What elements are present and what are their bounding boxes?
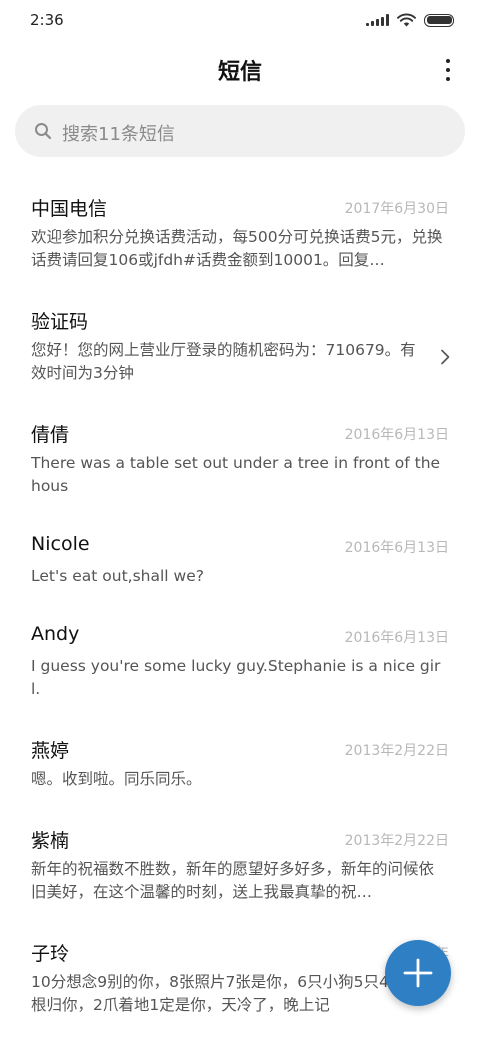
contact-name: Andy	[31, 623, 80, 645]
message-preview: 新年的祝福数不胜数，新年的愿望好多好多，新年的问候依旧美好，在这个温馨的时刻，送…	[31, 860, 435, 901]
message-preview: Let's eat out,shall we?	[31, 567, 204, 585]
message-preview: 欢迎参加积分兑换话费活动，每500分可兑换话费5元，兑换话费请回复106或jfd…	[31, 228, 443, 269]
status-time: 2:36	[30, 11, 64, 29]
title-bar: 短信	[0, 44, 480, 96]
message-date: 2016年6月13日	[344, 427, 449, 443]
search-input[interactable]: 搜索11条短信	[15, 105, 465, 157]
contact-name: 燕婷	[31, 740, 70, 762]
conversation-item[interactable]: 紫楠 2013年2月22日 新年的祝福数不胜数，新年的愿望好多好多，新年的问候依…	[0, 812, 480, 925]
contact-name: 中国电信	[31, 198, 108, 220]
more-vertical-icon	[446, 59, 450, 63]
message-date: 2016年6月13日	[344, 540, 449, 556]
page-title: 短信	[217, 60, 262, 85]
status-icons	[366, 13, 454, 27]
conversation-item[interactable]: Nicole 2016年6月13日 Let's eat out,shall we…	[0, 519, 480, 609]
search-placeholder: 搜索11条短信	[62, 124, 175, 145]
battery-icon	[424, 13, 454, 27]
messages-screen: 2:36 短信 搜索11条短信 中国电信 2017年6月30日 欢迎参加积分兑换…	[0, 0, 480, 1040]
contact-name: 子玲	[31, 943, 70, 965]
message-preview: 嗯。收到啦。同乐同乐。	[31, 770, 202, 788]
conversation-item[interactable]: Andy 2016年6月13日 I guess you're some luck…	[0, 609, 480, 722]
signal-icon	[366, 14, 389, 26]
conversation-item[interactable]: 倩倩 2016年6月13日 There was a table set out …	[0, 406, 480, 519]
message-preview: There was a table set out under a tree i…	[31, 454, 441, 495]
status-bar: 2:36	[0, 0, 480, 40]
more-options-button[interactable]	[440, 56, 456, 84]
message-preview: 您好！您的网上营业厅登录的随机密码为：710679。有效时间为3分钟	[31, 341, 416, 382]
message-preview: I guess you're some lucky guy.Stephanie …	[31, 657, 441, 698]
plus-icon	[403, 958, 433, 988]
contact-name: Nicole	[31, 533, 90, 555]
contact-name: 验证码	[31, 311, 89, 333]
message-date: 2013年2月22日	[344, 743, 449, 759]
wifi-icon	[397, 13, 416, 27]
contact-name: 倩倩	[31, 424, 70, 446]
conversation-item[interactable]: 验证码 您好！您的网上营业厅登录的随机密码为：710679。有效时间为3分钟	[0, 293, 480, 406]
battery-level	[426, 16, 452, 24]
chevron-right-icon	[441, 349, 450, 365]
message-date: 2017年6月30日	[344, 201, 449, 217]
conversation-item[interactable]: 中国电信 2017年6月30日 欢迎参加积分兑换话费活动，每500分可兑换话费5…	[0, 180, 480, 293]
message-date: 2013年2月22日	[344, 833, 449, 849]
search-icon	[35, 123, 52, 140]
conversation-item[interactable]: 燕婷 2013年2月22日 嗯。收到啦。同乐同乐。	[0, 722, 480, 812]
conversation-list[interactable]: 中国电信 2017年6月30日 欢迎参加积分兑换话费活动，每500分可兑换话费5…	[0, 180, 480, 1038]
message-date: 2016年6月13日	[344, 630, 449, 646]
new-message-button[interactable]	[385, 940, 451, 1006]
contact-name: 紫楠	[31, 830, 70, 852]
